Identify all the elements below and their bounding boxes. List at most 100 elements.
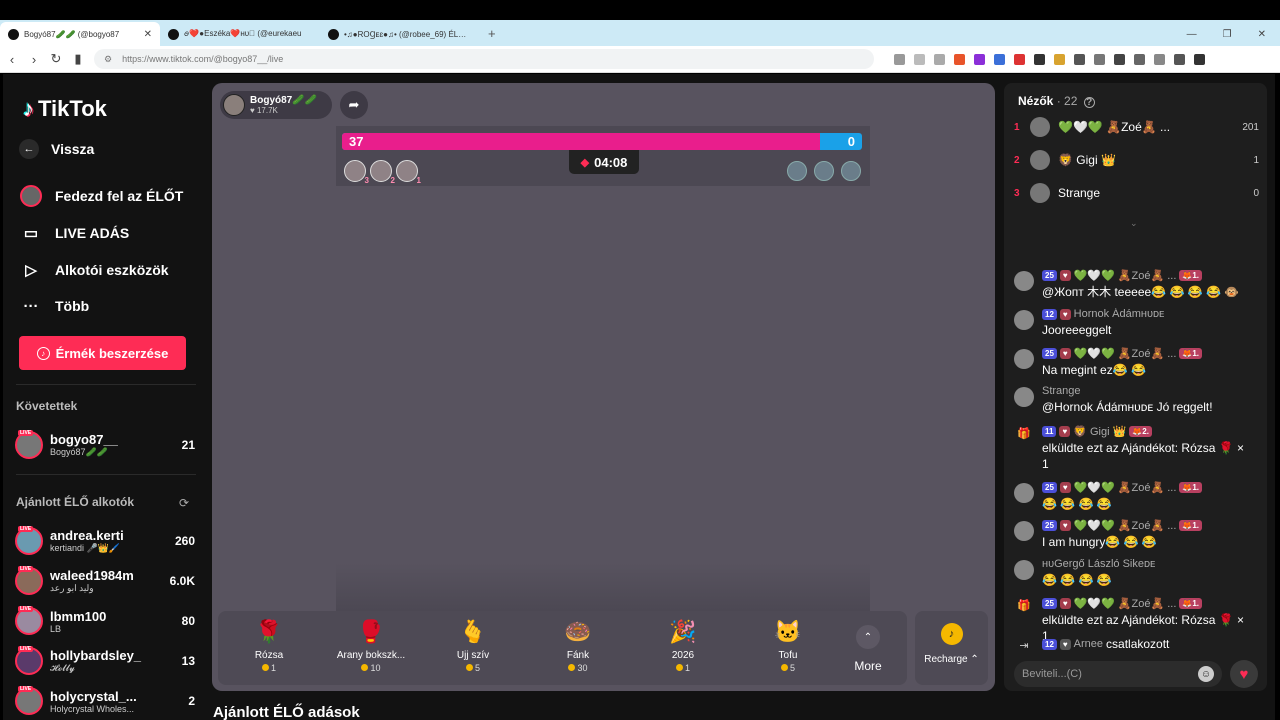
menu-go-live[interactable]: ▭ LIVE ADÁS xyxy=(19,221,199,245)
puzzle-icon[interactable] xyxy=(1094,53,1105,65)
extension-icon[interactable] xyxy=(994,53,1005,65)
recommended-account[interactable]: LIVE hollybardsley_ 𝓗𝓸𝓵𝓵𝔂 13 xyxy=(15,643,195,679)
coin-icon xyxy=(780,664,788,671)
menu-label: LIVE ADÁS xyxy=(55,225,130,241)
chat-message[interactable]: 25 ♥ 💚🤍💚 🧸Zoé🧸 ... 🦊1. 😂 😂 😂 😂 xyxy=(1014,481,1254,512)
live-badge: LIVE xyxy=(18,430,34,436)
get-coins-button[interactable]: ♪ Érmék beszerzése xyxy=(19,336,186,370)
supporter-avatar[interactable]: 2 xyxy=(370,160,395,185)
gift-item[interactable]: 🥊 Arany bokszk... 10 xyxy=(326,619,416,673)
sidebar-icon[interactable] xyxy=(1134,53,1145,65)
viewers-count: · 22 xyxy=(1056,94,1078,108)
viewers-header[interactable]: Nézők · 22 ? xyxy=(1018,94,1095,108)
window-close-icon[interactable]: ✕ xyxy=(1258,29,1266,40)
brave-shield-icon[interactable] xyxy=(954,53,965,65)
top-viewer-row[interactable]: 2 🦁 Gigi 👑 1 xyxy=(1014,147,1259,173)
new-tab-icon[interactable]: + xyxy=(488,26,496,41)
more-dots-icon: ··· xyxy=(23,297,39,315)
recommended-heading: Ajánlott ÉLŐ alkotók xyxy=(16,495,135,509)
supporter-avatar[interactable]: 1 xyxy=(396,160,421,185)
top-viewer-row[interactable]: 1 💚🤍💚 🧸Zoé🧸 ... 201 xyxy=(1014,114,1259,140)
explore-live-icon xyxy=(19,184,43,208)
host-info[interactable]: Bogyó87🥒🥒 ♥ 17.7K xyxy=(220,91,332,119)
avatar xyxy=(1014,349,1034,369)
browser-tab-1[interactable]: Bogyó87🥒🥒 (@bogyo87 ✕ xyxy=(0,22,160,46)
minimize-icon[interactable]: — xyxy=(1187,29,1197,40)
gift-item[interactable]: 🫰 Ujj szív 5 xyxy=(428,619,518,673)
menu-creator-tools[interactable]: ▷ Alkotói eszközök xyxy=(19,258,199,282)
logo-text: TikTok xyxy=(38,96,107,121)
share-icon[interactable] xyxy=(934,53,945,65)
rewards-icon[interactable] xyxy=(974,53,985,65)
avatar xyxy=(1014,271,1034,291)
level-badge: 25 xyxy=(1042,348,1057,359)
address-bar[interactable]: ⚙ https://www.tiktok.com/@bogyo87__/live xyxy=(94,49,874,69)
fan-badge: 🦊2. xyxy=(1129,426,1152,437)
chat-text: @Жопт ⽊⽊ teeeee😂 😂 😂 😂 🐵 xyxy=(1042,285,1240,299)
bookmark-icon[interactable]: ▮ xyxy=(72,51,84,67)
screen: Bogyó87🥒🥒 (@bogyo87 ✕ ꪮ❤️●Eszéka❤️ʜᴜ🏽 (@… xyxy=(0,0,1280,720)
media-icon[interactable] xyxy=(1114,53,1125,65)
wallet-icon[interactable] xyxy=(1154,53,1165,65)
menu-icon[interactable] xyxy=(1194,53,1205,65)
chat-message[interactable]: 12 ♥ Hornok Ádámʜᴜᴅᴇ Jooreeeggelt xyxy=(1014,308,1254,338)
account-name: lbmm100 xyxy=(50,608,107,624)
chat-message[interactable]: 25 ♥ 💚🤍💚 🧸Zoé🧸 ... 🦊1. Na megint ez😂 😂 xyxy=(1014,347,1254,378)
chat-input[interactable]: Beviteli...(C) ☺ xyxy=(1014,661,1222,687)
chat-message[interactable]: ʜᴜGergő László Sikeᴅᴇ 😂 😂 😂 😂 xyxy=(1014,558,1254,588)
extension-icon[interactable] xyxy=(1054,53,1065,65)
recommended-account[interactable]: LIVE lbmm100 LB 80 xyxy=(15,603,195,639)
gift-item[interactable]: 🎉 2026 1 xyxy=(638,619,728,673)
restore-icon[interactable]: ❐ xyxy=(1223,29,1232,40)
forward-icon[interactable]: › xyxy=(28,52,40,67)
tiktok-logo[interactable]: ♪ TikTok xyxy=(23,96,107,122)
chat-message[interactable]: Strange @Hornok Ádámʜᴜᴅᴇ Jó reggelt! xyxy=(1014,385,1254,415)
chat-message[interactable]: 25 ♥ 💚🤍💚 🧸Zoé🧸 ... 🦊1. @Жопт ⽊⽊ teeeee😂 😂 😂 … xyxy=(1014,269,1254,300)
emoji-icon[interactable]: ☺ xyxy=(1198,666,1214,682)
vpn-icon[interactable] xyxy=(1174,53,1185,65)
top-viewer-row[interactable]: 3 Strange 0 xyxy=(1014,180,1259,206)
viewer-rank: 1 xyxy=(1014,121,1020,133)
extension-icon[interactable] xyxy=(1074,53,1085,65)
join-message[interactable]: ⇥ 12 ♥ Arnee csatlakozott xyxy=(1014,637,1254,652)
heart-badge-icon: ♥ xyxy=(1059,348,1071,359)
level-badge: 25 xyxy=(1042,482,1057,493)
gift-item[interactable]: 🍩 Fánk 30 xyxy=(533,619,623,673)
tab-title: Bogyó87🥒🥒 (@bogyo87 xyxy=(24,29,120,39)
menu-label: Alkotói eszközök xyxy=(55,262,169,278)
recommended-account[interactable]: LIVE andrea.kerti kertiandi 🎤👑🖌️ 260 xyxy=(15,523,195,559)
chat-message[interactable]: 25 ♥ 💚🤍💚 🧸Zoé🧸 ... 🦊1. I am hungry😂 😂 😂 xyxy=(1014,519,1254,550)
site-settings-icon[interactable]: ⚙ xyxy=(104,54,112,65)
chevron-down-icon[interactable]: ⌄ xyxy=(1130,218,1138,229)
gift-name: Rózsa xyxy=(254,650,284,661)
browser-tab-bar: Bogyó87🥒🥒 (@bogyo87 ✕ ꪮ❤️●Eszéka❤️ʜᴜ🏽 (@… xyxy=(0,20,1280,46)
translate-icon[interactable] xyxy=(894,53,905,65)
info-icon[interactable]: ? xyxy=(1083,97,1095,108)
browser-tab-3[interactable]: •♫●ROꞬᴇɛ●♫• (@robee_69) ÉLŐ ... xyxy=(320,22,480,46)
more-gifts-button[interactable]: ⌃ More xyxy=(848,625,888,673)
share-arrow-icon[interactable]: ➦ xyxy=(340,91,368,119)
recharge-button[interactable]: ♪ Recharge ⌃ xyxy=(915,611,988,685)
close-tab-icon[interactable]: ✕ xyxy=(144,29,152,40)
viewer-score: 0 xyxy=(1253,187,1259,199)
heart-icon[interactable]: ♥ xyxy=(1230,660,1258,688)
recommended-account[interactable]: LIVE holycrystal_... Holycrystal Wholes..… xyxy=(15,683,195,719)
refresh-icon[interactable]: ⟳ xyxy=(179,496,189,510)
gift-item[interactable]: 🌹 Rózsa 1 xyxy=(224,619,314,673)
gift-item[interactable]: 🐱 Tofu 5 xyxy=(743,619,833,673)
live-stream-player[interactable]: Bogyó87🥒🥒 ♥ 17.7K ➦ 37 0 ◆ 04:08 3 2 1 🌹… xyxy=(212,83,995,691)
zoom-icon[interactable] xyxy=(914,53,925,65)
menu-back[interactable]: ← Vissza xyxy=(19,139,199,159)
reload-icon[interactable]: ↻ xyxy=(50,51,62,67)
gift-message[interactable]: 🎁 11 ♥ 🦁 Gigi 👑 🦊2. elküldte ezt az Ajándékot… xyxy=(1014,425,1254,472)
extension-icon[interactable] xyxy=(1034,53,1045,65)
following-account[interactable]: LIVE bogyo87__ Bogyó87🥒🥒 21 xyxy=(15,427,195,463)
browser-tab-2[interactable]: ꪮ❤️●Eszéka❤️ʜᴜ🏽 (@eurekaeu xyxy=(160,22,320,46)
menu-more[interactable]: ··· Több xyxy=(19,294,199,318)
menu-explore-live[interactable]: Fedezd fel az ÉLŐT xyxy=(19,184,199,208)
recommended-account[interactable]: LIVE waleed1984m وليد ابو رعد 6.0K xyxy=(15,563,195,599)
supporter-avatar[interactable]: 3 xyxy=(344,160,369,185)
gift-name: 2026 xyxy=(671,650,695,661)
back-icon[interactable]: ‹ xyxy=(6,52,18,67)
extension-icon[interactable] xyxy=(1014,53,1025,65)
